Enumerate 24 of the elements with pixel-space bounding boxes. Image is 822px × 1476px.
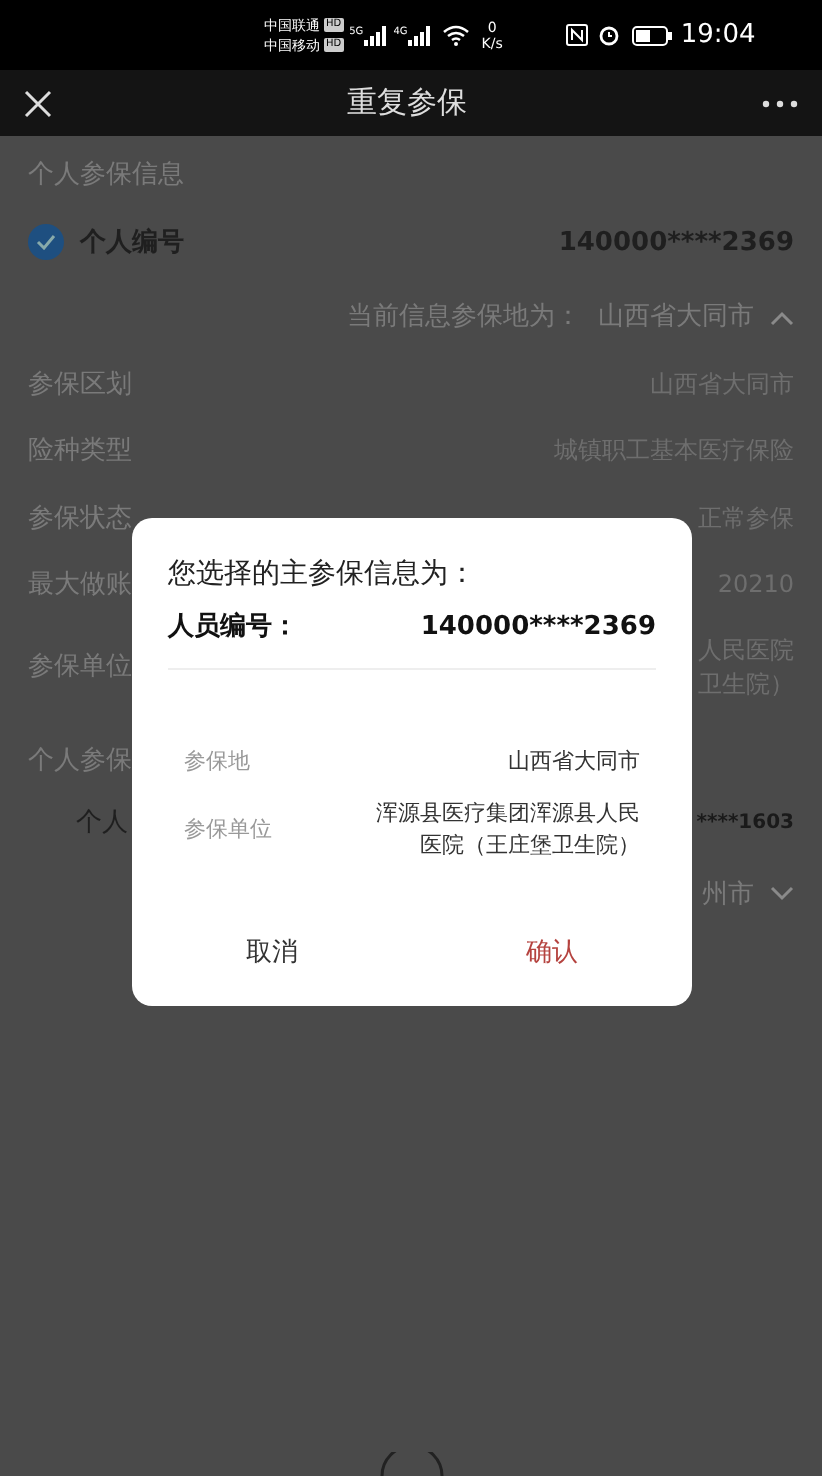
signal-icon [363,25,388,45]
close-icon[interactable] [24,89,52,117]
chevron-up-icon[interactable] [770,309,794,326]
dialog-title: 您选择的主参保信息为： [168,556,478,594]
clock-time: 19:04 [680,17,756,54]
dialog-field-value: 浑源县医疗集团浑源县人民医院（王庄堡卫生院） [374,798,640,862]
dialog-id-value: 140000****2369 [420,610,656,646]
alarm-icon [598,24,621,46]
dialog-id-label: 人员编号： [168,609,298,646]
battery-icon [632,25,673,45]
more-icon[interactable] [762,99,798,107]
confirm-button[interactable]: 确认 [412,922,692,986]
checkbox[interactable] [28,224,64,261]
cancel-button[interactable]: 取消 [132,922,412,986]
signal-icon [407,25,432,45]
dialog-field-value: 山西省大同市 [506,745,640,778]
dialog-field-label: 参保单位 [184,813,272,846]
nfc-icon [566,24,589,46]
wifi-icon [441,24,470,46]
check-icon [36,234,56,251]
dialog-field-label: 参保地 [184,745,250,777]
page-title: 重复参保 [345,82,469,125]
home-indicator-icon[interactable] [378,1452,446,1476]
chevron-down-icon[interactable] [770,886,794,903]
